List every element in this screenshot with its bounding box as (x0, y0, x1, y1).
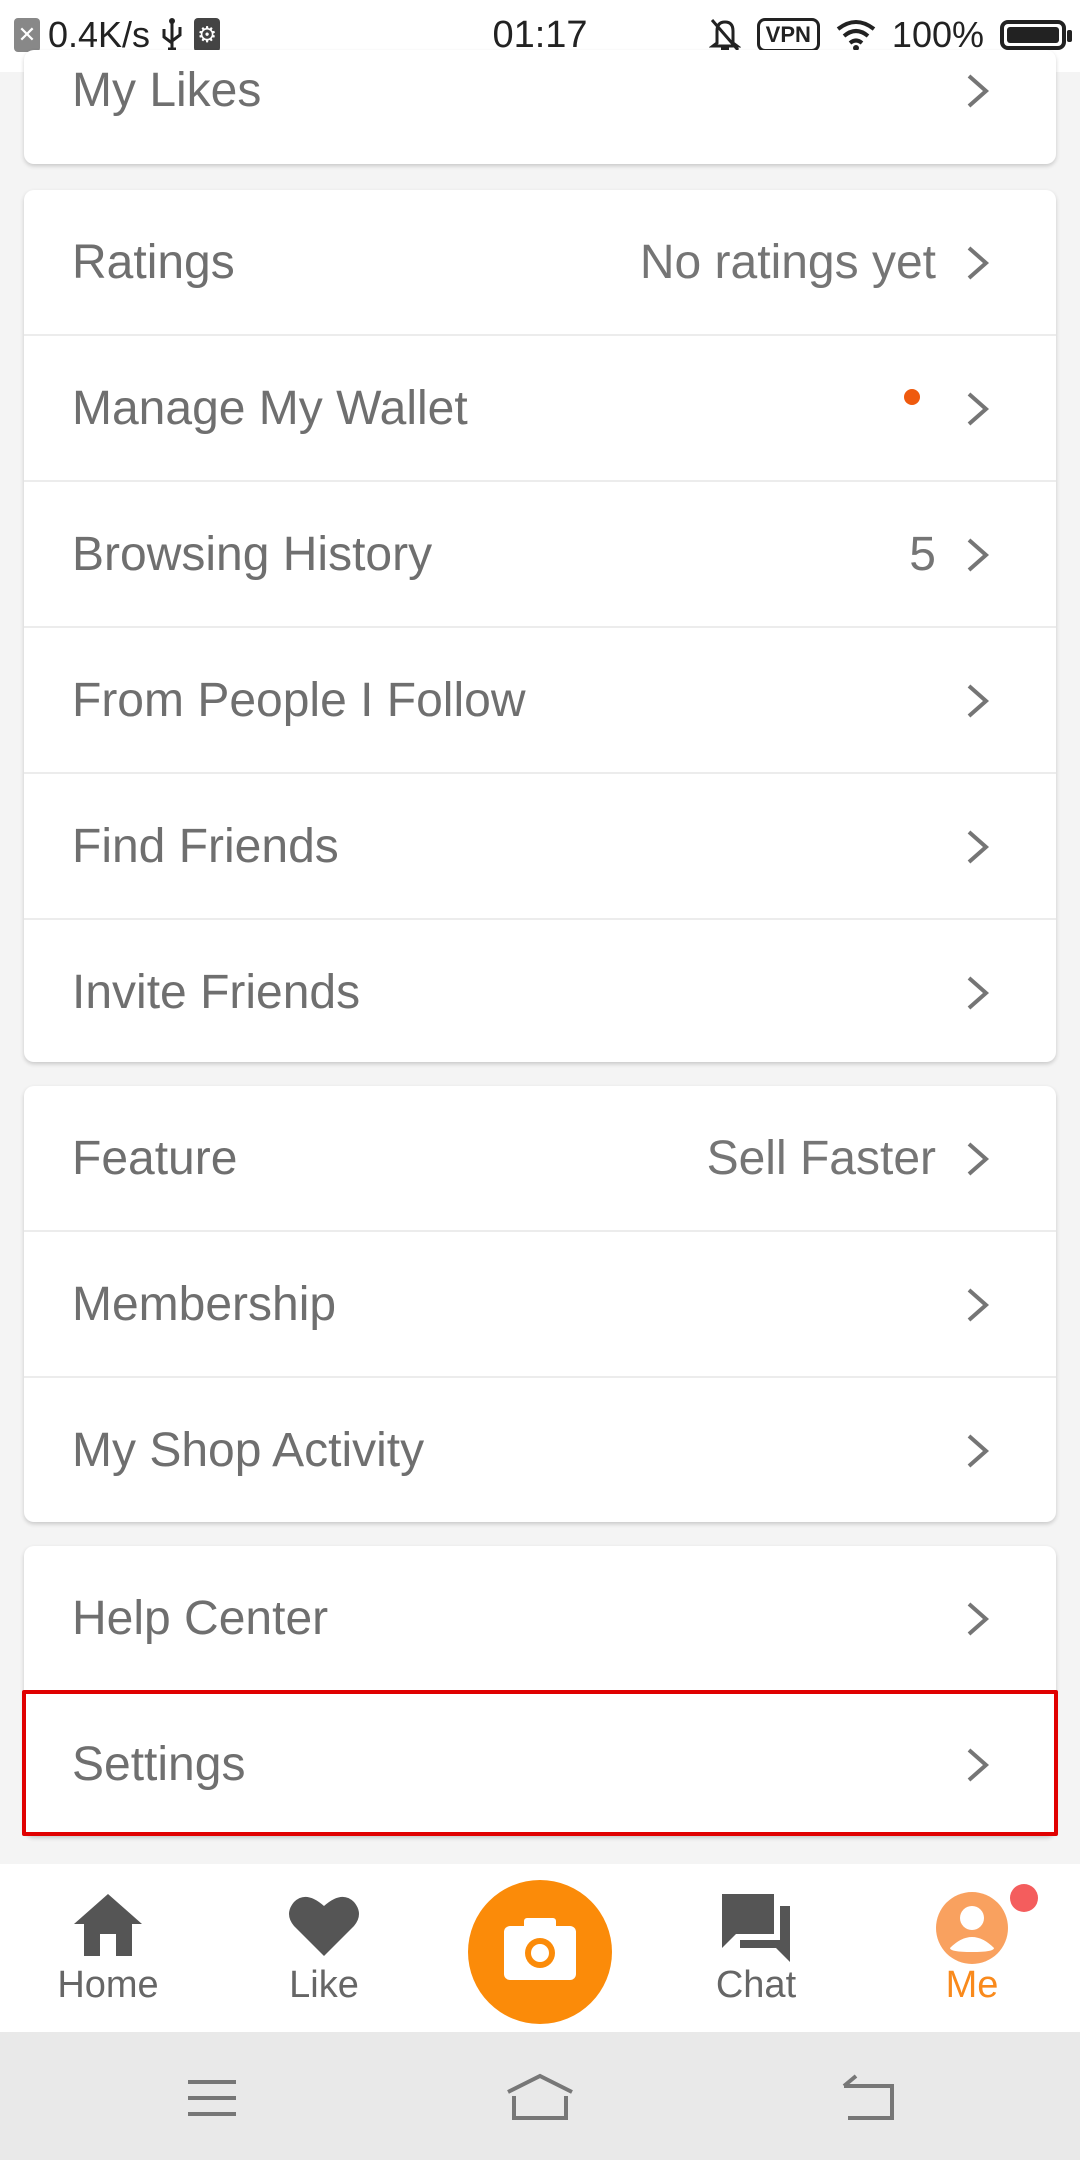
menu-item-label: Help Center (72, 1592, 329, 1645)
menu-item-label: Find Friends (72, 820, 339, 873)
menu-item-manage-wallet[interactable]: Manage My Wallet (24, 336, 1056, 482)
tab-label: Home (57, 1964, 159, 2006)
bottom-tab-bar: Home Like Chat Me (0, 1864, 1080, 2032)
chevron-right-icon (967, 1434, 990, 1468)
menu-group-selling: Feature Sell Faster Membership My Shop A… (24, 1086, 1056, 1522)
chevron-right-icon (967, 392, 990, 426)
tab-me[interactable]: Me (872, 1864, 1072, 2032)
feature-value: Sell Faster (706, 1132, 936, 1185)
menu-item-invite-friends[interactable]: Invite Friends (24, 920, 1056, 1062)
menu-icon[interactable] (186, 2078, 238, 2118)
chevron-right-icon (967, 830, 990, 864)
system-nav-bar (0, 2032, 1080, 2160)
menu-item-help-center[interactable]: Help Center (24, 1546, 1056, 1692)
menu-item-label: From People I Follow (72, 674, 526, 727)
menu-item-my-likes[interactable]: My Likes (24, 50, 1056, 164)
tab-home[interactable]: Home (8, 1864, 208, 2032)
chevron-right-icon (967, 74, 990, 108)
tab-label: Me (945, 1964, 999, 2006)
menu-item-from-people-i-follow[interactable]: From People I Follow (24, 628, 1056, 774)
chevron-right-icon (967, 1288, 990, 1322)
tab-label: Like (289, 1964, 359, 2006)
wifi-icon (836, 20, 876, 51)
menu-item-label: Invite Friends (72, 966, 361, 1019)
chevron-right-icon (967, 976, 990, 1010)
tab-chat[interactable]: Chat (656, 1864, 856, 2032)
chevron-right-icon (967, 684, 990, 718)
notification-dot (904, 389, 920, 405)
notification-badge (1010, 1884, 1038, 1912)
menu-item-feature[interactable]: Feature Sell Faster (24, 1086, 1056, 1232)
camera-icon (504, 1918, 576, 1980)
menu-group-activity: Ratings No ratings yet Manage My Wallet … (24, 190, 1056, 1062)
chevron-right-icon (967, 1142, 990, 1176)
home-icon (74, 1894, 142, 1956)
chevron-right-icon (967, 246, 990, 280)
menu-item-label: Membership (72, 1278, 337, 1331)
mute-bell-icon (708, 19, 741, 51)
camera-button[interactable] (468, 1880, 612, 2024)
menu-item-label: Ratings (72, 236, 235, 289)
chevron-right-icon (967, 1602, 990, 1636)
menu-item-label: My Shop Activity (72, 1424, 425, 1477)
menu-item-ratings[interactable]: Ratings No ratings yet (24, 190, 1056, 336)
tab-like[interactable]: Like (224, 1864, 424, 2032)
menu-item-label: Feature (72, 1132, 238, 1185)
battery-icon (1000, 20, 1072, 50)
back-icon[interactable] (840, 2074, 896, 2122)
menu-item-label: Browsing History (72, 528, 433, 581)
browsing-history-count: 5 (909, 528, 936, 581)
menu-item-label: My Likes (72, 64, 262, 117)
chevron-right-icon (967, 538, 990, 572)
menu-item-my-shop-activity[interactable]: My Shop Activity (24, 1378, 1056, 1522)
vpn-icon: VPN (756, 18, 820, 52)
menu-item-browsing-history[interactable]: Browsing History 5 (24, 482, 1056, 628)
tab-label: Chat (715, 1964, 797, 2006)
profile-icon (936, 1892, 1008, 1964)
chat-icon (722, 1894, 790, 1962)
home-nav-icon[interactable] (504, 2072, 576, 2122)
menu-item-membership[interactable]: Membership (24, 1232, 1056, 1378)
ratings-value: No ratings yet (639, 236, 936, 289)
heart-icon (289, 1896, 359, 1956)
menu-item-label: Manage My Wallet (72, 382, 468, 435)
menu-group-likes: My Likes (24, 50, 1056, 164)
menu-item-find-friends[interactable]: Find Friends (24, 774, 1056, 920)
settings-highlight-box (22, 1690, 1058, 1836)
